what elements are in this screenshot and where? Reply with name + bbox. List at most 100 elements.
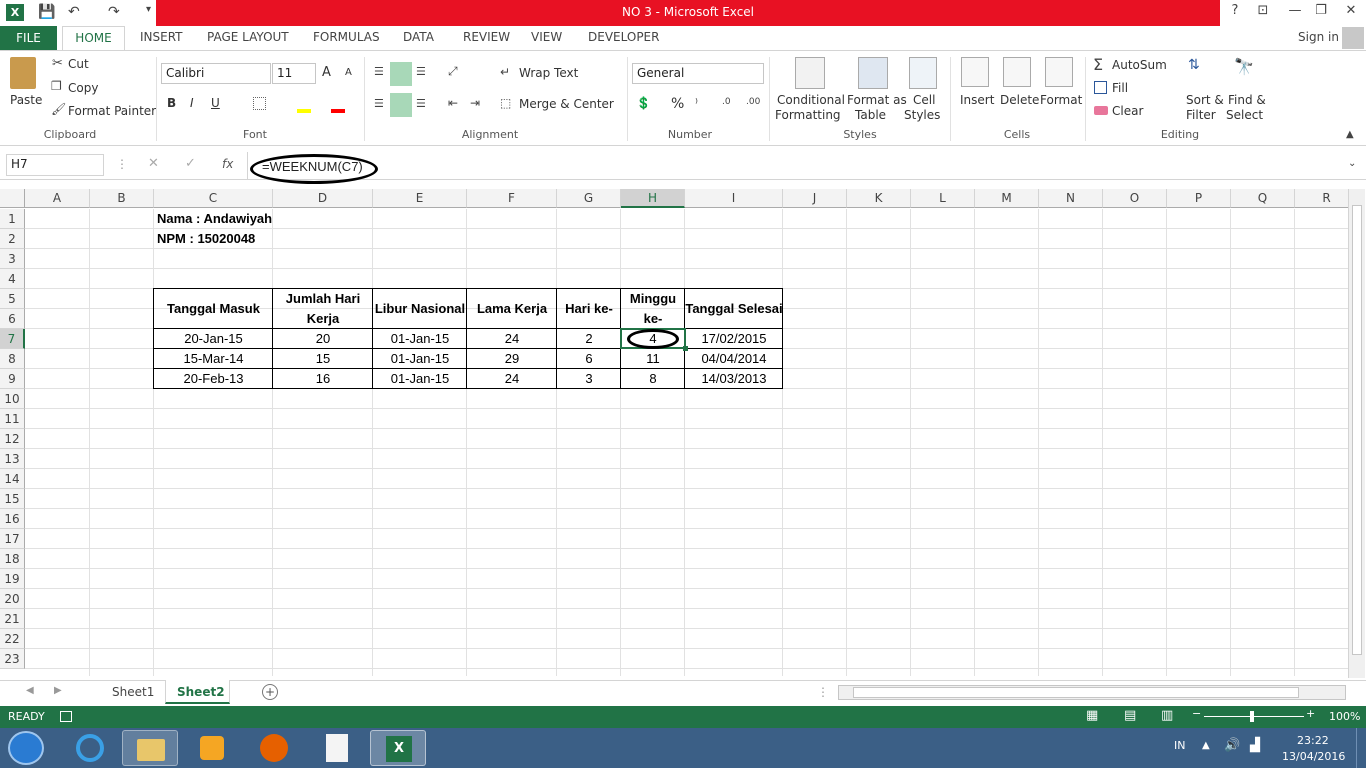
cell-styles-icon[interactable]: [909, 57, 937, 89]
user-avatar-icon[interactable]: [1342, 27, 1364, 49]
cell-h8[interactable]: 11: [621, 349, 685, 369]
column-header-e[interactable]: E: [373, 189, 467, 208]
header-minggu-ke-1[interactable]: Minggu: [621, 289, 685, 309]
vertical-scrollbar[interactable]: [1348, 189, 1365, 678]
header-tanggal-selesai[interactable]: Tanggal Selesai: [685, 299, 783, 319]
format-as-table-label-1[interactable]: Format as: [847, 93, 907, 107]
middle-align-icon[interactable]: [390, 62, 412, 86]
internet-explorer-taskbar-icon[interactable]: [62, 730, 118, 766]
header-libur-nasional[interactable]: Libur Nasional: [373, 299, 467, 319]
format-cells-icon[interactable]: [1045, 57, 1073, 87]
shrink-font-button[interactable]: A: [345, 67, 352, 78]
row-header-7[interactable]: 7: [0, 329, 25, 349]
tab-home[interactable]: HOME: [62, 26, 125, 51]
tab-insert[interactable]: INSERT: [140, 30, 183, 44]
zoom-in-icon[interactable]: +: [1306, 707, 1315, 720]
media-player-taskbar-icon[interactable]: [184, 730, 240, 766]
copy-icon[interactable]: ❐: [51, 79, 62, 93]
delete-cells-button[interactable]: Delete: [1000, 93, 1039, 107]
row-header-15[interactable]: 15: [0, 489, 25, 509]
cell-c8[interactable]: 15-Mar-14: [154, 349, 273, 369]
excel-taskbar-icon[interactable]: X: [370, 730, 426, 766]
blank-document-taskbar-icon[interactable]: [308, 730, 364, 766]
cell-c7[interactable]: 20-Jan-15: [154, 329, 273, 349]
column-header-c[interactable]: C: [154, 189, 273, 208]
increase-indent-icon[interactable]: ⇥: [470, 96, 480, 110]
language-indicator[interactable]: IN: [1174, 739, 1185, 752]
row-header-10[interactable]: 10: [0, 389, 25, 409]
network-icon[interactable]: ▟: [1250, 738, 1260, 753]
copy-button[interactable]: Copy: [68, 81, 98, 95]
firefox-taskbar-icon[interactable]: [246, 730, 302, 766]
fill-icon[interactable]: [1094, 81, 1107, 94]
help-button[interactable]: ?: [1222, 3, 1248, 18]
column-header-n[interactable]: N: [1039, 189, 1103, 208]
cut-button[interactable]: Cut: [68, 57, 89, 71]
show-desktop-button[interactable]: [1356, 728, 1366, 768]
cancel-entry-icon[interactable]: ✕: [148, 156, 159, 171]
row-header-17[interactable]: 17: [0, 529, 25, 549]
center-align-icon[interactable]: [390, 93, 412, 117]
font-name-select[interactable]: Calibri: [161, 63, 271, 84]
row-header-3[interactable]: 3: [0, 249, 25, 269]
column-header-h[interactable]: H: [621, 189, 685, 208]
minimize-button[interactable]: —: [1282, 3, 1308, 18]
italic-button[interactable]: I: [190, 96, 194, 110]
formula-input[interactable]: =WEEKNUM(C7): [262, 159, 363, 174]
find-select-label-1[interactable]: Find &: [1228, 93, 1266, 107]
cell-c1[interactable]: Nama : Andawiyah: [157, 209, 272, 229]
cell-g8[interactable]: 6: [557, 349, 621, 369]
save-icon[interactable]: 💾: [38, 4, 55, 20]
row-header-13[interactable]: 13: [0, 449, 25, 469]
cell-d9[interactable]: 16: [273, 369, 373, 389]
sort-filter-label-1[interactable]: Sort &: [1186, 93, 1224, 107]
header-jumlah-hari-2[interactable]: Kerja: [273, 309, 373, 329]
row-header-2[interactable]: 2: [0, 229, 25, 249]
increase-decimal-icon[interactable]: .0: [722, 97, 731, 107]
cell-e8[interactable]: 01-Jan-15: [373, 349, 467, 369]
wrap-text-icon[interactable]: ↵: [500, 65, 510, 79]
column-header-i[interactable]: I: [685, 189, 783, 208]
row-header-6[interactable]: 6: [0, 309, 25, 329]
undo-icon[interactable]: ↶: [68, 4, 80, 20]
clear-button[interactable]: Clear: [1112, 104, 1143, 118]
customize-qat-icon[interactable]: ▾: [146, 4, 151, 15]
cell-i8[interactable]: 04/04/2014: [685, 349, 783, 369]
conditional-formatting-label-1[interactable]: Conditional: [777, 93, 845, 107]
tab-review[interactable]: REVIEW: [463, 30, 510, 44]
row-header-23[interactable]: 23: [0, 649, 25, 669]
decrease-indent-icon[interactable]: ⇤: [448, 96, 458, 110]
paste-icon[interactable]: [10, 57, 36, 89]
sign-in-link[interactable]: Sign in: [1298, 30, 1339, 44]
redo-icon[interactable]: ↷: [108, 4, 120, 20]
tab-file[interactable]: FILE: [0, 26, 57, 50]
clock-time[interactable]: 23:22: [1297, 734, 1329, 747]
column-header-d[interactable]: D: [273, 189, 373, 208]
number-format-select[interactable]: General: [632, 63, 764, 84]
cell-f8[interactable]: 29: [467, 349, 557, 369]
expand-formula-bar-icon[interactable]: ⌄: [1348, 158, 1356, 169]
header-lama-kerja[interactable]: Lama Kerja: [467, 299, 557, 319]
format-as-table-icon[interactable]: [858, 57, 888, 89]
font-color-icon[interactable]: [331, 109, 345, 113]
insert-function-icon[interactable]: fx: [222, 157, 233, 171]
cell-g9[interactable]: 3: [557, 369, 621, 389]
row-header-4[interactable]: 4: [0, 269, 25, 289]
column-header-f[interactable]: F: [467, 189, 557, 208]
maximize-button[interactable]: ❐: [1308, 3, 1334, 18]
borders-icon[interactable]: [253, 97, 266, 110]
row-header-20[interactable]: 20: [0, 589, 25, 609]
cell-g7[interactable]: 2: [557, 329, 621, 349]
cell-e7[interactable]: 01-Jan-15: [373, 329, 467, 349]
header-minggu-ke-2[interactable]: ke-: [621, 309, 685, 329]
conditional-formatting-icon[interactable]: [795, 57, 825, 89]
name-box[interactable]: H7: [6, 154, 104, 176]
binoculars-icon[interactable]: 🔭: [1234, 57, 1254, 76]
right-align-icon[interactable]: ☰: [416, 97, 426, 110]
format-as-table-label-2[interactable]: Table: [855, 108, 886, 122]
normal-view-icon[interactable]: ▦: [1086, 708, 1098, 723]
cell-h9[interactable]: 8: [621, 369, 685, 389]
row-header-18[interactable]: 18: [0, 549, 25, 569]
show-hidden-icons-icon[interactable]: ▲: [1202, 740, 1210, 751]
horizontal-scrollbar[interactable]: [838, 685, 1346, 700]
